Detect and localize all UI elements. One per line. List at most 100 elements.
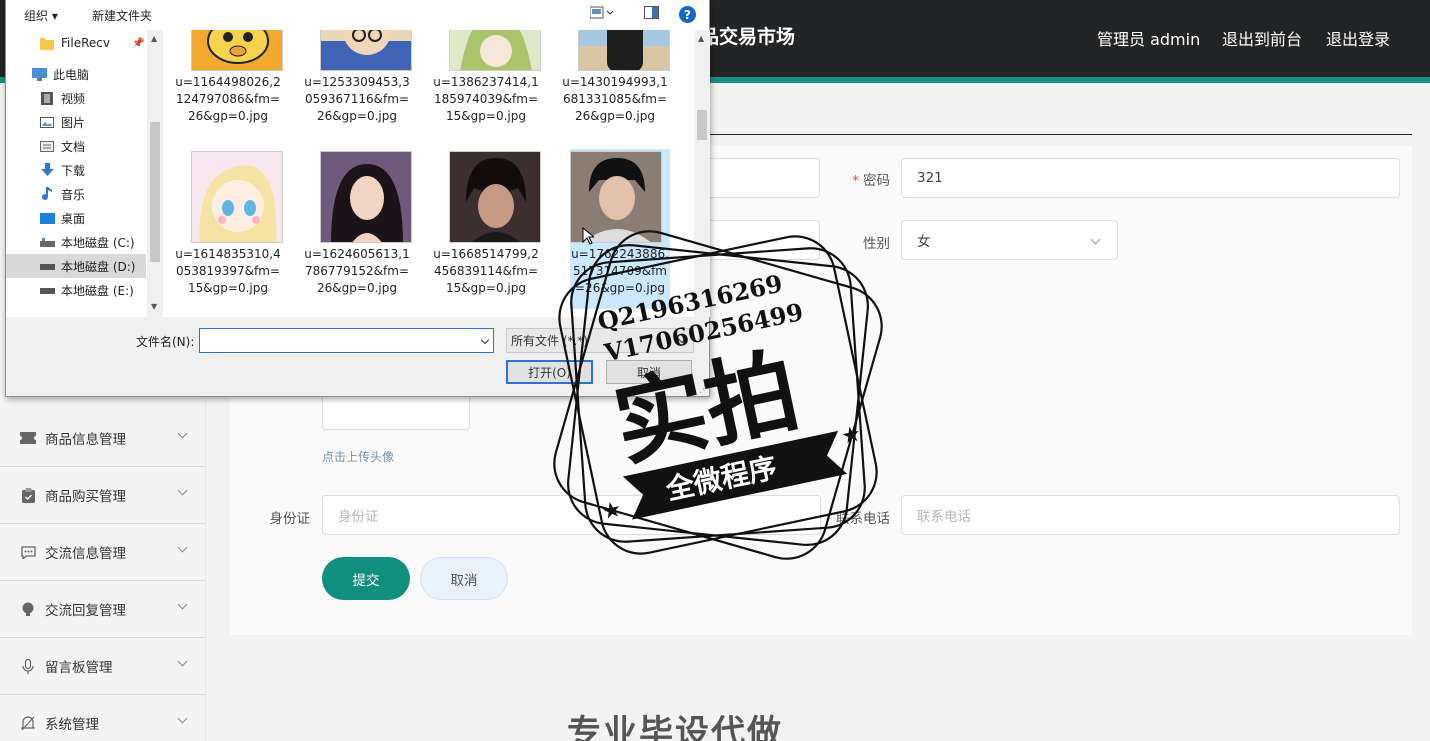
file-name: u=1253309453,3059367116&fm=26&gp=0.jpg bbox=[304, 75, 410, 123]
filename-label: 文件名(N): bbox=[136, 335, 195, 349]
help-icon[interactable]: ? bbox=[679, 6, 696, 23]
site-title: 品交易市场 bbox=[700, 26, 796, 48]
chevron-down-icon[interactable] bbox=[480, 335, 490, 345]
file-item[interactable]: u=1253309453,3059367116&fm=26&gp=0.jpg bbox=[302, 30, 412, 150]
scroll-down-icon[interactable]: ▼ bbox=[151, 302, 157, 311]
file-thumbnail bbox=[320, 151, 412, 243]
avatar-upload-box[interactable] bbox=[322, 395, 470, 430]
nav-item-label: 桌面 bbox=[61, 211, 86, 226]
nav-item-drive-e[interactable]: 本地磁盘 (E:) bbox=[6, 278, 146, 302]
sidebar-item-label: 交流回复管理 bbox=[45, 603, 126, 619]
sidebar-item-label: 留言板管理 bbox=[45, 660, 113, 676]
new-folder-button[interactable]: 新建文件夹 bbox=[92, 7, 152, 24]
file-item[interactable]: u=1164498026,2124797086&fm=26&gp=0.jpg bbox=[173, 30, 283, 150]
star-icon: ★ bbox=[599, 497, 624, 526]
file-name: u=1668514799,2456839114&fm=15&gp=0.jpg bbox=[433, 247, 539, 295]
music-icon bbox=[39, 187, 55, 201]
drive-icon bbox=[39, 284, 55, 297]
nav-item-pictures[interactable]: 图片 bbox=[6, 110, 146, 134]
nav-item-music[interactable]: 音乐 bbox=[6, 182, 146, 206]
pin-icon[interactable]: 📌 bbox=[132, 38, 144, 49]
download-icon bbox=[39, 163, 55, 177]
mouse-cursor-icon bbox=[582, 227, 594, 245]
password-input[interactable]: 321 bbox=[901, 158, 1400, 198]
sidebar-item-label: 交流信息管理 bbox=[45, 546, 126, 562]
nav-item-filerecv[interactable]: FileRecv bbox=[6, 31, 146, 55]
scrollbar-thumb[interactable] bbox=[697, 110, 707, 140]
sidebar-item-goods-purchase[interactable]: 商品购买管理 bbox=[0, 467, 206, 524]
picture-icon bbox=[39, 116, 55, 129]
chevron-down-icon bbox=[1090, 234, 1101, 245]
chevron-down-icon bbox=[177, 656, 188, 667]
nav-item-label: 此电脑 bbox=[53, 67, 90, 82]
file-thumbnail bbox=[191, 151, 283, 243]
scroll-up-icon[interactable]: ▲ bbox=[698, 34, 704, 43]
file-thumbnail bbox=[191, 30, 283, 71]
navigation-pane: FileRecv 📌 此电脑 视频 图片 文档 下载 音乐 桌面 本地磁盘 (C… bbox=[6, 30, 163, 317]
file-name: u=1164498026,2124797086&fm=26&gp=0.jpg bbox=[175, 75, 281, 123]
nav-item-label: 文档 bbox=[61, 139, 86, 154]
file-item[interactable]: u=1614835310,4053819397&fm=15&gp=0.jpg bbox=[173, 149, 283, 309]
nav-item-drive-c[interactable]: 本地磁盘 (C:) bbox=[6, 230, 146, 254]
filename-input[interactable] bbox=[199, 328, 494, 353]
nav-item-label: 图片 bbox=[61, 115, 86, 130]
sidebar-item-system[interactable]: 系统管理 bbox=[0, 695, 206, 741]
computer-icon bbox=[31, 67, 47, 81]
video-icon bbox=[39, 91, 55, 105]
nav-item-downloads[interactable]: 下载 bbox=[6, 158, 146, 182]
file-thumbnail bbox=[449, 30, 541, 71]
ticket-icon bbox=[20, 430, 36, 446]
sidebar-item-message-board[interactable]: 留言板管理 bbox=[0, 638, 206, 695]
admin-user-link[interactable]: 管理员 admin bbox=[1097, 26, 1200, 50]
file-item[interactable]: u=1430194993,1681331085&fm=26&gp=0.jpg bbox=[560, 30, 670, 150]
nav-item-label: 视频 bbox=[61, 91, 86, 106]
nav-item-label: 音乐 bbox=[61, 187, 86, 202]
nav-item-documents[interactable]: 文档 bbox=[6, 134, 146, 158]
preview-pane-icon[interactable] bbox=[644, 6, 659, 20]
dialog-toolbar: 组织 ▾ 新建文件夹 ? bbox=[6, 0, 709, 30]
file-name: u=1614835310,4053819397&fm=15&gp=0.jpg bbox=[175, 247, 281, 295]
chevron-down-icon bbox=[177, 428, 188, 439]
gender-select[interactable]: 女 bbox=[901, 220, 1118, 260]
nav-item-drive-d[interactable]: 本地磁盘 (D:) bbox=[6, 254, 146, 278]
password-label: * 密码 bbox=[852, 173, 890, 189]
chevron-down-icon bbox=[177, 599, 188, 610]
watermark-stamp: Q2196316269 V17060256499 实拍 全微程序 ★ ★ bbox=[553, 230, 883, 560]
file-item[interactable]: u=1668514799,2456839114&fm=15&gp=0.jpg bbox=[431, 149, 541, 309]
exit-to-front-link[interactable]: 退出到前台 bbox=[1222, 26, 1302, 50]
nav-item-label: 下载 bbox=[61, 163, 86, 178]
file-name: u=1386237414,1185974039&fm=15&gp=0.jpg bbox=[433, 75, 539, 123]
bulb-icon bbox=[20, 601, 36, 617]
organize-menu[interactable]: 组织 ▾ bbox=[24, 7, 58, 24]
cancel-button[interactable]: 取消 bbox=[420, 557, 508, 600]
idcard-label: 身份证 bbox=[269, 511, 311, 527]
view-mode-icon[interactable] bbox=[589, 6, 614, 20]
footer-banner-text: 专业毕设代做 bbox=[567, 713, 783, 741]
sidebar-item-exchange-reply[interactable]: 交流回复管理 bbox=[0, 581, 206, 638]
gender-select-value: 女 bbox=[917, 234, 931, 250]
file-item[interactable]: u=1386237414,1185974039&fm=15&gp=0.jpg bbox=[431, 30, 541, 150]
nav-item-label: FileRecv bbox=[61, 36, 110, 50]
microphone-icon bbox=[20, 658, 36, 674]
navigation-scrollbar[interactable]: ▲ ▼ bbox=[147, 30, 163, 317]
nav-item-videos[interactable]: 视频 bbox=[6, 86, 146, 110]
folder-icon bbox=[39, 37, 55, 50]
chevron-down-icon bbox=[177, 485, 188, 496]
file-item[interactable]: u=1624605613,1786779152&fm=26&gp=0.jpg bbox=[302, 149, 412, 309]
chat-icon bbox=[20, 544, 36, 560]
chevron-down-icon bbox=[177, 713, 188, 724]
scrollbar-thumb[interactable] bbox=[150, 122, 160, 262]
phone-input[interactable]: 联系电话 bbox=[901, 495, 1400, 535]
nav-item-desktop[interactable]: 桌面 bbox=[6, 206, 146, 230]
scroll-up-icon[interactable]: ▲ bbox=[151, 34, 157, 43]
upload-avatar-hint[interactable]: 点击上传头像 bbox=[322, 448, 394, 465]
submit-button[interactable]: 提交 bbox=[322, 557, 410, 600]
nav-item-this-pc[interactable]: 此电脑 bbox=[6, 62, 146, 86]
sidebar-item-exchange-info[interactable]: 交流信息管理 bbox=[0, 524, 206, 581]
file-name: u=1624605613,1786779152&fm=26&gp=0.jpg bbox=[304, 247, 410, 295]
sidebar-item-label: 系统管理 bbox=[45, 717, 99, 733]
sidebar-item-goods-info[interactable]: 商品信息管理 bbox=[0, 410, 206, 467]
desktop-icon bbox=[39, 212, 55, 225]
sidebar-item-label: 商品购买管理 bbox=[45, 489, 126, 505]
logout-link[interactable]: 退出登录 bbox=[1326, 26, 1390, 50]
